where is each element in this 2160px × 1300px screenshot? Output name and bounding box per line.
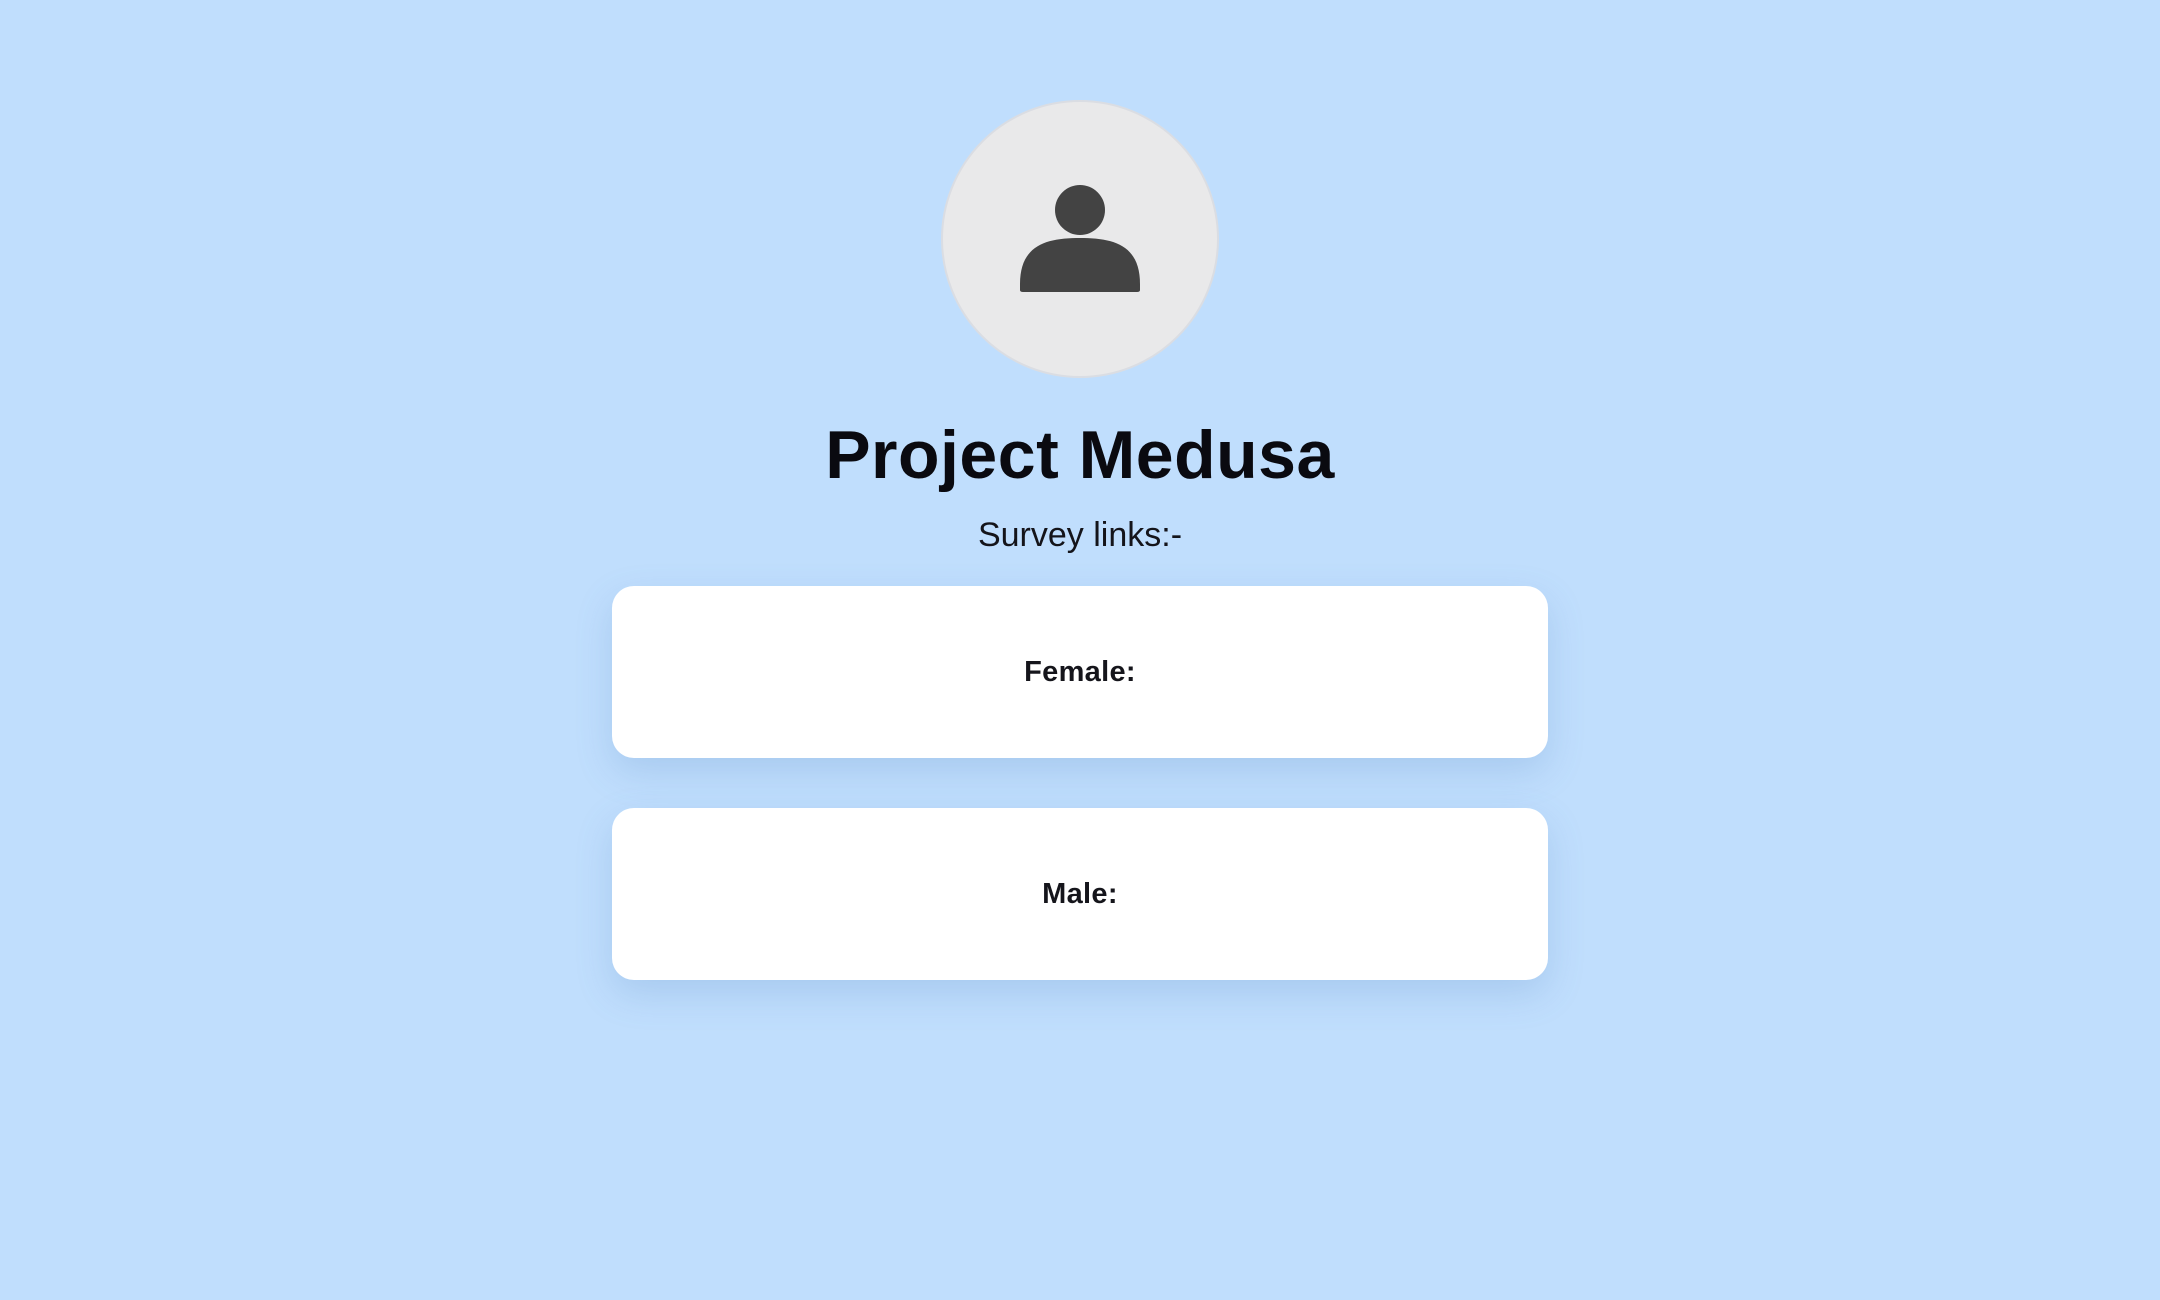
page-title: Project Medusa: [825, 417, 1335, 493]
page-subtitle: Survey links:-: [977, 516, 1183, 554]
female-survey-link-label: Female:: [1024, 655, 1136, 688]
user-icon: [1020, 185, 1140, 292]
male-survey-link[interactable]: Male:: [612, 808, 1548, 980]
profile-page: Project Medusa Survey links:- Female: Ma…: [0, 0, 2160, 1300]
profile-avatar: [941, 100, 1219, 378]
male-survey-link-label: Male:: [1042, 877, 1118, 910]
female-survey-link[interactable]: Female:: [612, 586, 1548, 758]
